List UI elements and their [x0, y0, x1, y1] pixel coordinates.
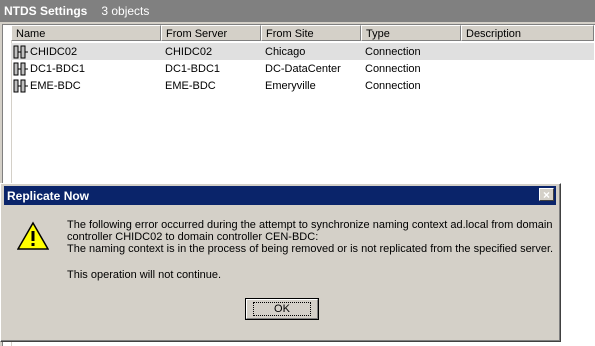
row-from-site: Emeryville [265, 79, 316, 92]
object-count: 3 objects [101, 4, 150, 18]
dialog-titlebar[interactable]: Replicate Now × [4, 186, 556, 205]
operation-message: This operation will not continue. [67, 269, 222, 281]
row-name: CHIDC02 [30, 45, 78, 58]
row-from-site: DC-DataCenter [265, 62, 341, 75]
pane-title: NTDS Settings [4, 4, 88, 18]
pane-header: NTDS Settings 3 objects [0, 0, 595, 22]
replicate-now-dialog: Replicate Now × The following error occu… [0, 183, 561, 342]
close-icon: × [542, 187, 550, 202]
ok-button-label: OK [253, 302, 311, 316]
row-type: Connection [365, 45, 421, 58]
row-type: Connection [365, 79, 421, 92]
dialog-title: Replicate Now [7, 188, 90, 203]
row-from-server: CHIDC02 [165, 45, 213, 58]
error-message-line: controller CHIDC02 to domain controller … [67, 231, 319, 243]
row-type: Connection [365, 62, 421, 75]
column-header-type[interactable]: Type [361, 25, 461, 41]
row-name: DC1-BDC1 [30, 62, 86, 75]
row-from-server: EME-BDC [165, 79, 216, 92]
column-header-name[interactable]: Name [11, 25, 161, 41]
row-from-server: DC1-BDC1 [165, 62, 221, 75]
warning-icon [17, 221, 49, 250]
column-header-from-site[interactable]: From Site [261, 25, 361, 41]
table-row[interactable]: CHIDC02 CHIDC02 Chicago Connection [11, 43, 594, 60]
column-headers: Name From Server From Site Type Descript… [11, 25, 594, 42]
table-row[interactable]: DC1-BDC1 DC1-BDC1 DC-DataCenter Connecti… [11, 60, 594, 77]
row-name: EME-BDC [30, 79, 81, 92]
column-header-from-server[interactable]: From Server [161, 25, 261, 41]
table-row[interactable]: EME-BDC EME-BDC Emeryville Connection [11, 77, 594, 94]
error-message-line: The naming context is in the process of … [67, 243, 554, 255]
connection-icon [13, 62, 28, 75]
connection-icon [13, 45, 28, 58]
row-from-site: Chicago [265, 45, 306, 58]
ok-button[interactable]: OK [245, 298, 319, 320]
close-button[interactable]: × [539, 188, 554, 201]
column-header-description[interactable]: Description [461, 25, 594, 41]
connection-icon [13, 79, 28, 92]
error-message-line: The following error occurred during the … [67, 219, 553, 231]
